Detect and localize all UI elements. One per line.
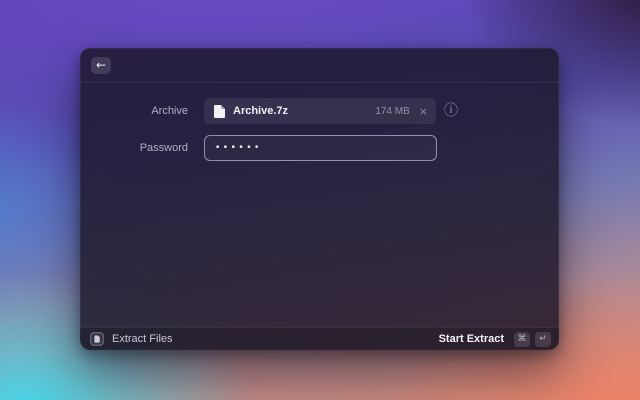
back-button[interactable]: ← — [91, 57, 111, 74]
footer-bar: Extract Files Start Extract ⌘ ↵ — [80, 327, 559, 350]
footer-app-label: Extract Files — [112, 333, 173, 345]
archive-row: Archive Archive.7z 174 MB × ⓘ — [80, 98, 559, 124]
start-extract-label: Start Extract — [439, 333, 504, 345]
return-key-icon: ↵ — [535, 332, 551, 347]
info-icon[interactable]: ⓘ — [444, 103, 458, 119]
archive-label: Archive — [80, 105, 188, 117]
password-label: Password — [80, 142, 188, 154]
command-key-icon: ⌘ — [514, 332, 530, 347]
window-titlebar: ← — [80, 48, 559, 83]
password-input[interactable] — [204, 135, 437, 161]
form-area: Archive Archive.7z 174 MB × ⓘ Password — [80, 83, 559, 327]
back-arrow-icon: ← — [96, 57, 106, 73]
archive-filesize: 174 MB — [375, 106, 409, 117]
remove-file-icon[interactable]: × — [419, 106, 428, 117]
footer-app-identity: Extract Files — [90, 332, 173, 346]
document-icon — [214, 105, 225, 118]
start-extract-button[interactable]: Start Extract ⌘ ↵ — [439, 332, 551, 347]
archive-filename: Archive.7z — [233, 105, 375, 117]
extract-app-icon — [90, 332, 104, 346]
password-row: Password — [80, 135, 559, 161]
extract-files-window: ← Archive Archive.7z 174 MB × ⓘ Password — [80, 48, 559, 350]
archive-file-chip[interactable]: Archive.7z 174 MB × — [204, 98, 436, 124]
